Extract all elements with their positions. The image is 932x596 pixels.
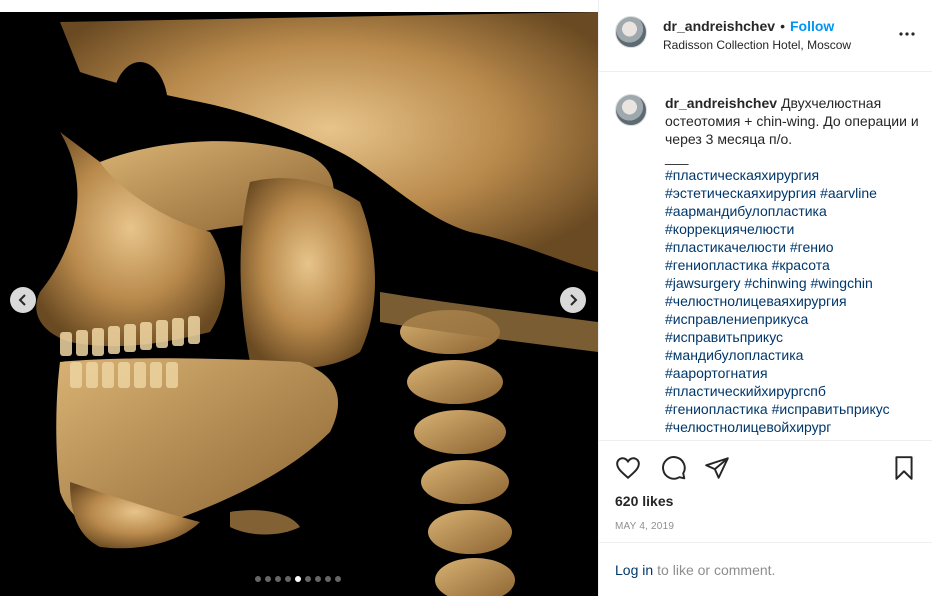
- like-button[interactable]: [615, 455, 641, 481]
- location-link[interactable]: Radisson Collection Hotel, Moscow: [663, 38, 851, 52]
- hashtag-line[interactable]: #челюстнолицеваяхирургия: [665, 292, 921, 310]
- save-button[interactable]: [891, 455, 917, 481]
- post-caption: dr_andreishchev Двухчелюстная остеотомия …: [665, 94, 921, 436]
- hashtag-line[interactable]: #пластическаяхирургия: [665, 166, 921, 184]
- post-header: dr_andreishchev • Follow Radisson Collec…: [599, 0, 932, 72]
- carousel-prev-button[interactable]: [10, 287, 36, 313]
- bookmark-icon: [895, 456, 913, 480]
- carousel-dot: [275, 576, 281, 582]
- comments-area: dr_andreishchev Двухчелюстная остеотомия …: [599, 72, 932, 440]
- login-bar: Log in to like or comment.: [599, 542, 932, 596]
- post-sidebar: dr_andreishchev • Follow Radisson Collec…: [598, 0, 932, 596]
- hashtag-line[interactable]: #аарортогнатия: [665, 364, 921, 382]
- carousel-next-button[interactable]: [560, 287, 586, 313]
- caption-username[interactable]: dr_andreishchev: [665, 95, 777, 111]
- hashtag-line[interactable]: #пластическийхирургспб: [665, 382, 921, 400]
- login-link[interactable]: Log in: [615, 562, 653, 578]
- hashtag-line[interactable]: #пластикачелюсти #генио: [665, 238, 921, 256]
- caption-avatar[interactable]: [615, 94, 647, 126]
- hashtag-line[interactable]: #jawsurgery #chinwing #wingchin: [665, 274, 921, 292]
- carousel-dot: [335, 576, 341, 582]
- share-button[interactable]: [704, 455, 730, 481]
- login-prompt-text: to like or comment.: [657, 561, 776, 578]
- post-date[interactable]: MAY 4, 2019: [615, 521, 674, 532]
- post-media[interactable]: [0, 0, 598, 596]
- carousel-dot: [315, 576, 321, 582]
- paper-plane-icon: [705, 457, 729, 479]
- chevron-left-icon: [18, 294, 26, 306]
- username-link[interactable]: dr_andreishchev: [663, 18, 775, 34]
- more-options-button[interactable]: [897, 24, 917, 44]
- more-options-icon: [899, 32, 915, 36]
- comment-button[interactable]: [661, 455, 687, 481]
- heart-icon: [616, 457, 640, 480]
- hashtag-line[interactable]: #эстетическаяхирургия #aarvline: [665, 184, 921, 202]
- hashtag-line[interactable]: #челюстнолицевойхирург: [665, 418, 921, 436]
- hashtag-line[interactable]: #гениопластика #исправитьприкус: [665, 400, 921, 418]
- likes-count[interactable]: 620 likes: [615, 493, 673, 509]
- carousel-dot: [255, 576, 261, 582]
- hashtag-list: #пластическаяхирургия #эстетическаяхирург…: [665, 166, 921, 436]
- separator-dot: •: [780, 18, 785, 34]
- carousel-dot: [305, 576, 311, 582]
- caption-separator: ___: [665, 149, 689, 165]
- comment-icon: [662, 456, 686, 480]
- carousel-dot: [265, 576, 271, 582]
- hashtag-line[interactable]: #мандибулопластика: [665, 346, 921, 364]
- hashtag-line[interactable]: #исправлениеприкуса: [665, 310, 921, 328]
- hashtag-line[interactable]: #коррекциячелюсти: [665, 220, 921, 238]
- avatar[interactable]: [615, 16, 647, 48]
- ct-skull-scan-image: [0, 12, 598, 596]
- follow-button[interactable]: Follow: [790, 18, 834, 34]
- hashtag-line[interactable]: #гениопластика #красота: [665, 256, 921, 274]
- chevron-right-icon: [570, 294, 578, 306]
- carousel-dot: [295, 576, 301, 582]
- media-top-border: [0, 0, 598, 12]
- carousel-indicator: [255, 576, 341, 582]
- carousel-dot: [325, 576, 331, 582]
- hashtag-line[interactable]: #исправитьприкус: [665, 328, 921, 346]
- hashtag-line[interactable]: #аармандибулопластика: [665, 202, 921, 220]
- carousel-dot: [285, 576, 291, 582]
